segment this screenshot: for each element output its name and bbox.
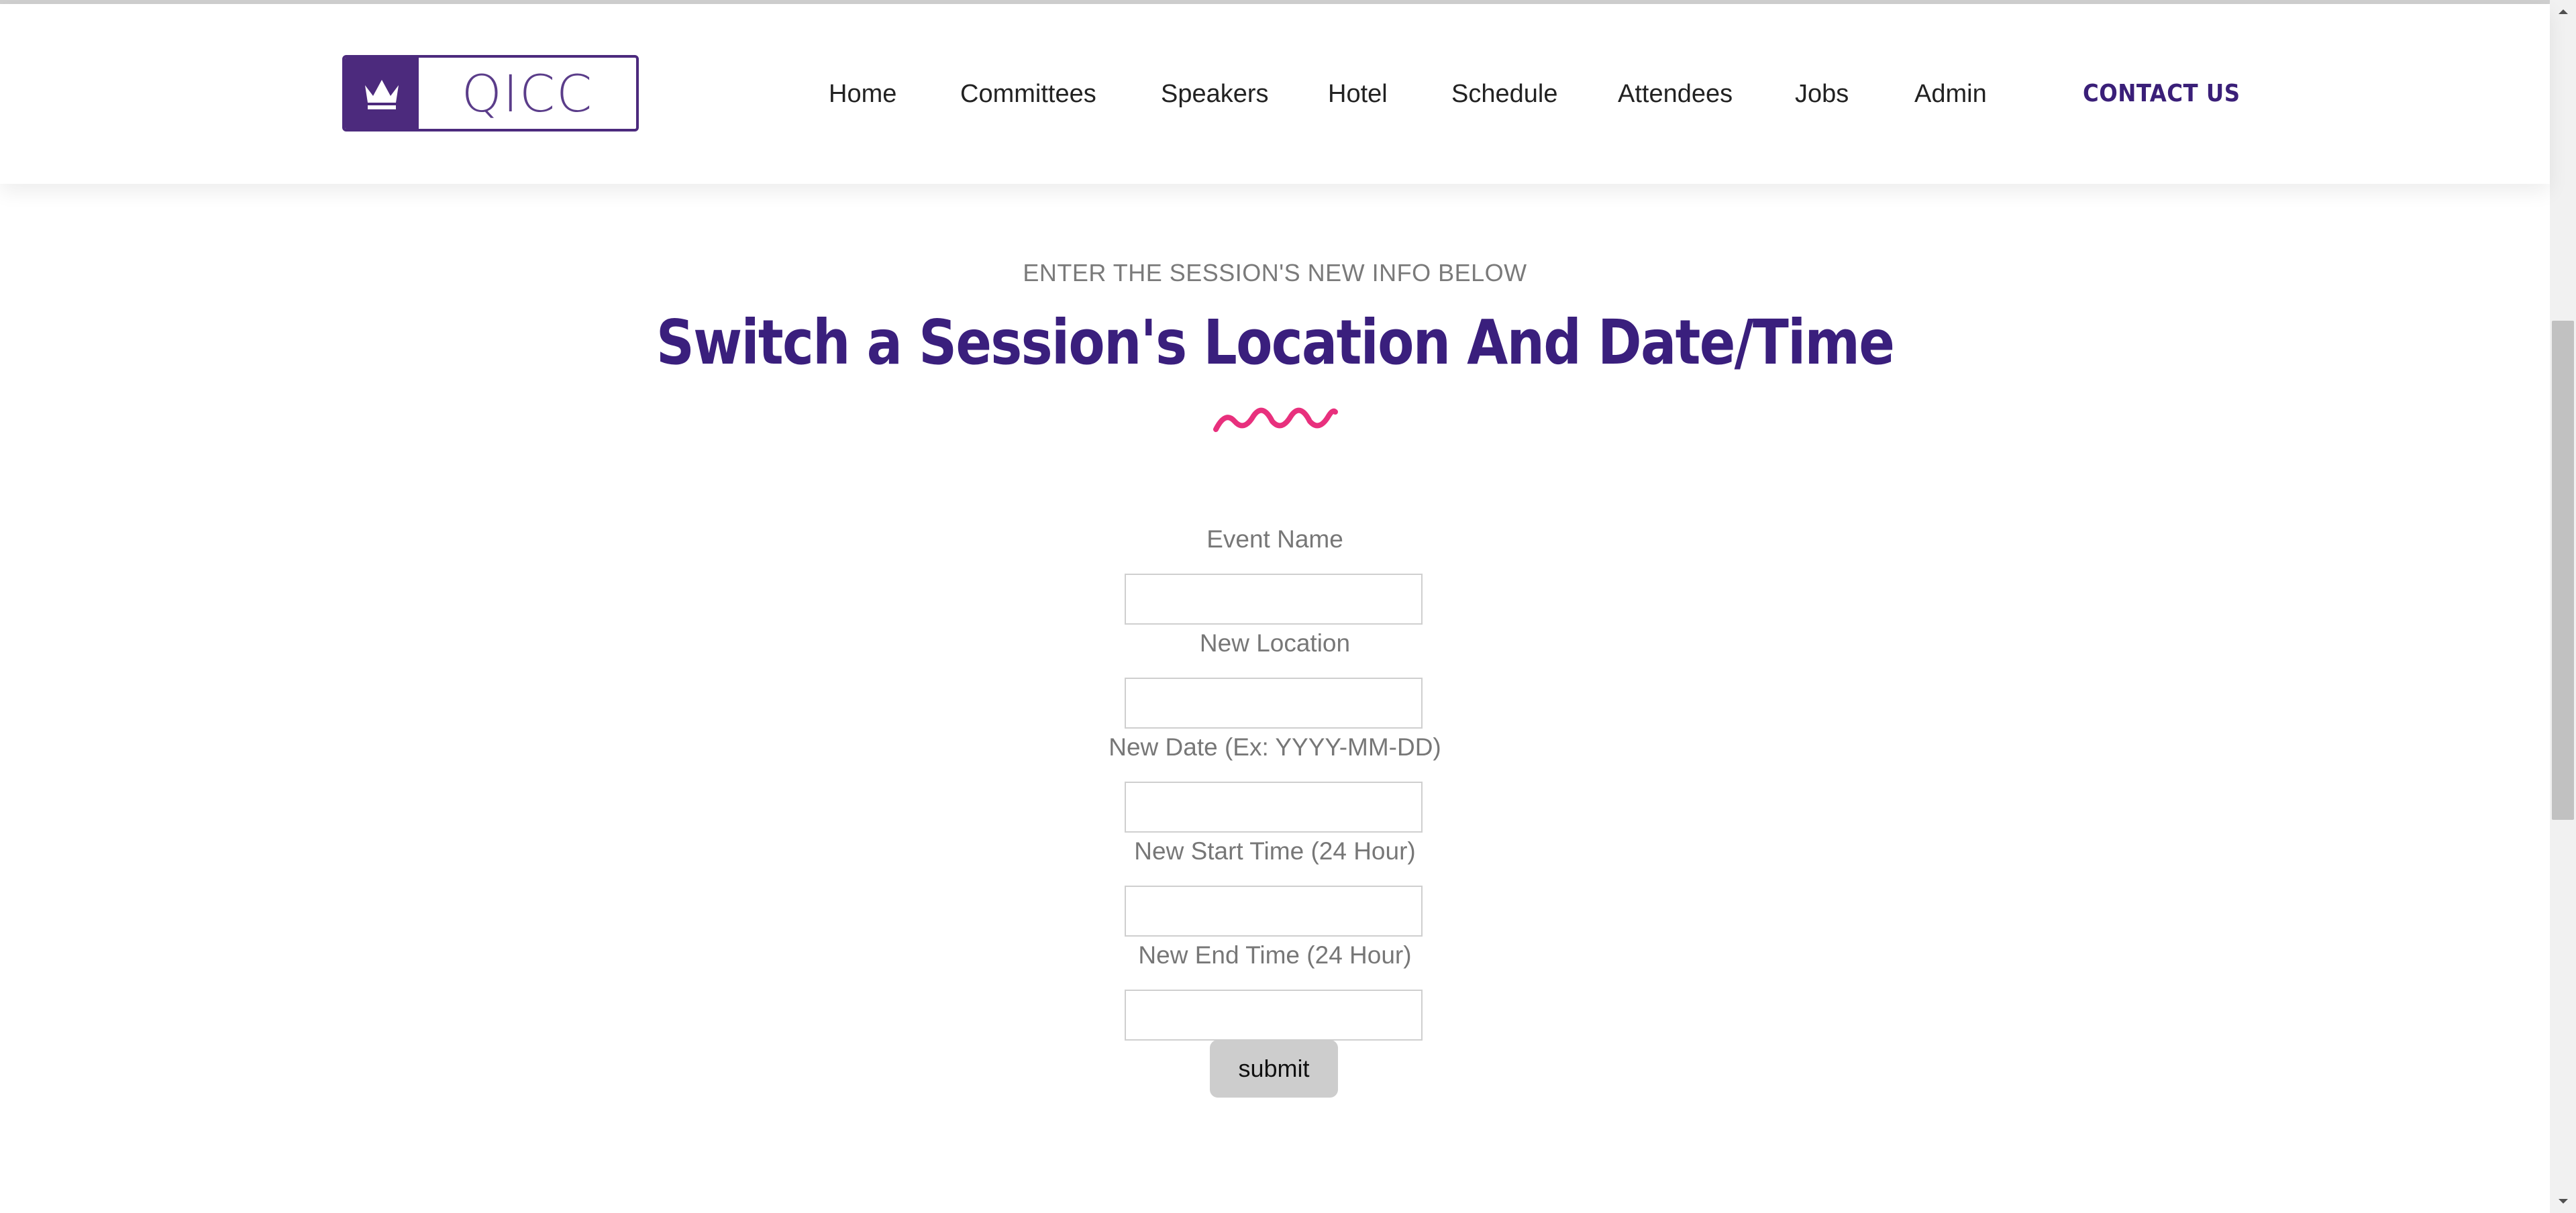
scroll-down-arrow-icon[interactable] [2550,1190,2576,1213]
nav-admin[interactable]: Admin [1914,79,1987,109]
event-name-label: Event Name [1206,525,1343,553]
nav-hotel[interactable]: Hotel [1328,79,1388,109]
new-start-time-input[interactable] [1125,886,1423,937]
new-date-label: New Date (Ex: YYYY-MM-DD) [1109,733,1441,761]
new-end-time-input[interactable] [1125,990,1423,1041]
main-nav: Home Committees Speakers Hotel Schedule … [0,4,2550,184]
new-location-label: New Location [1199,629,1351,657]
nav-speakers[interactable]: Speakers [1161,79,1269,109]
scrollbar-thumb[interactable] [2552,321,2574,820]
submit-button[interactable]: submit [1210,1040,1338,1098]
scroll-up-arrow-icon[interactable] [2550,0,2576,23]
vertical-scrollbar[interactable] [2550,0,2576,1213]
event-name-input[interactable] [1125,574,1423,625]
site-header: QICC Home Committees Speakers Hotel Sche… [0,4,2550,184]
page: QICC Home Committees Speakers Hotel Sche… [0,0,2576,1213]
nav-contact-us[interactable]: CONTACT US [2083,79,2240,109]
new-start-time-label: New Start Time (24 Hour) [1134,837,1416,865]
nav-attendees[interactable]: Attendees [1618,79,1733,109]
new-end-time-label: New End Time (24 Hour) [1138,941,1412,969]
nav-schedule[interactable]: Schedule [1451,79,1557,109]
nav-jobs[interactable]: Jobs [1795,79,1849,109]
nav-committees[interactable]: Committees [960,79,1096,109]
nav-home[interactable]: Home [829,79,896,109]
new-location-input[interactable] [1125,678,1423,729]
new-date-input[interactable] [1125,782,1423,833]
